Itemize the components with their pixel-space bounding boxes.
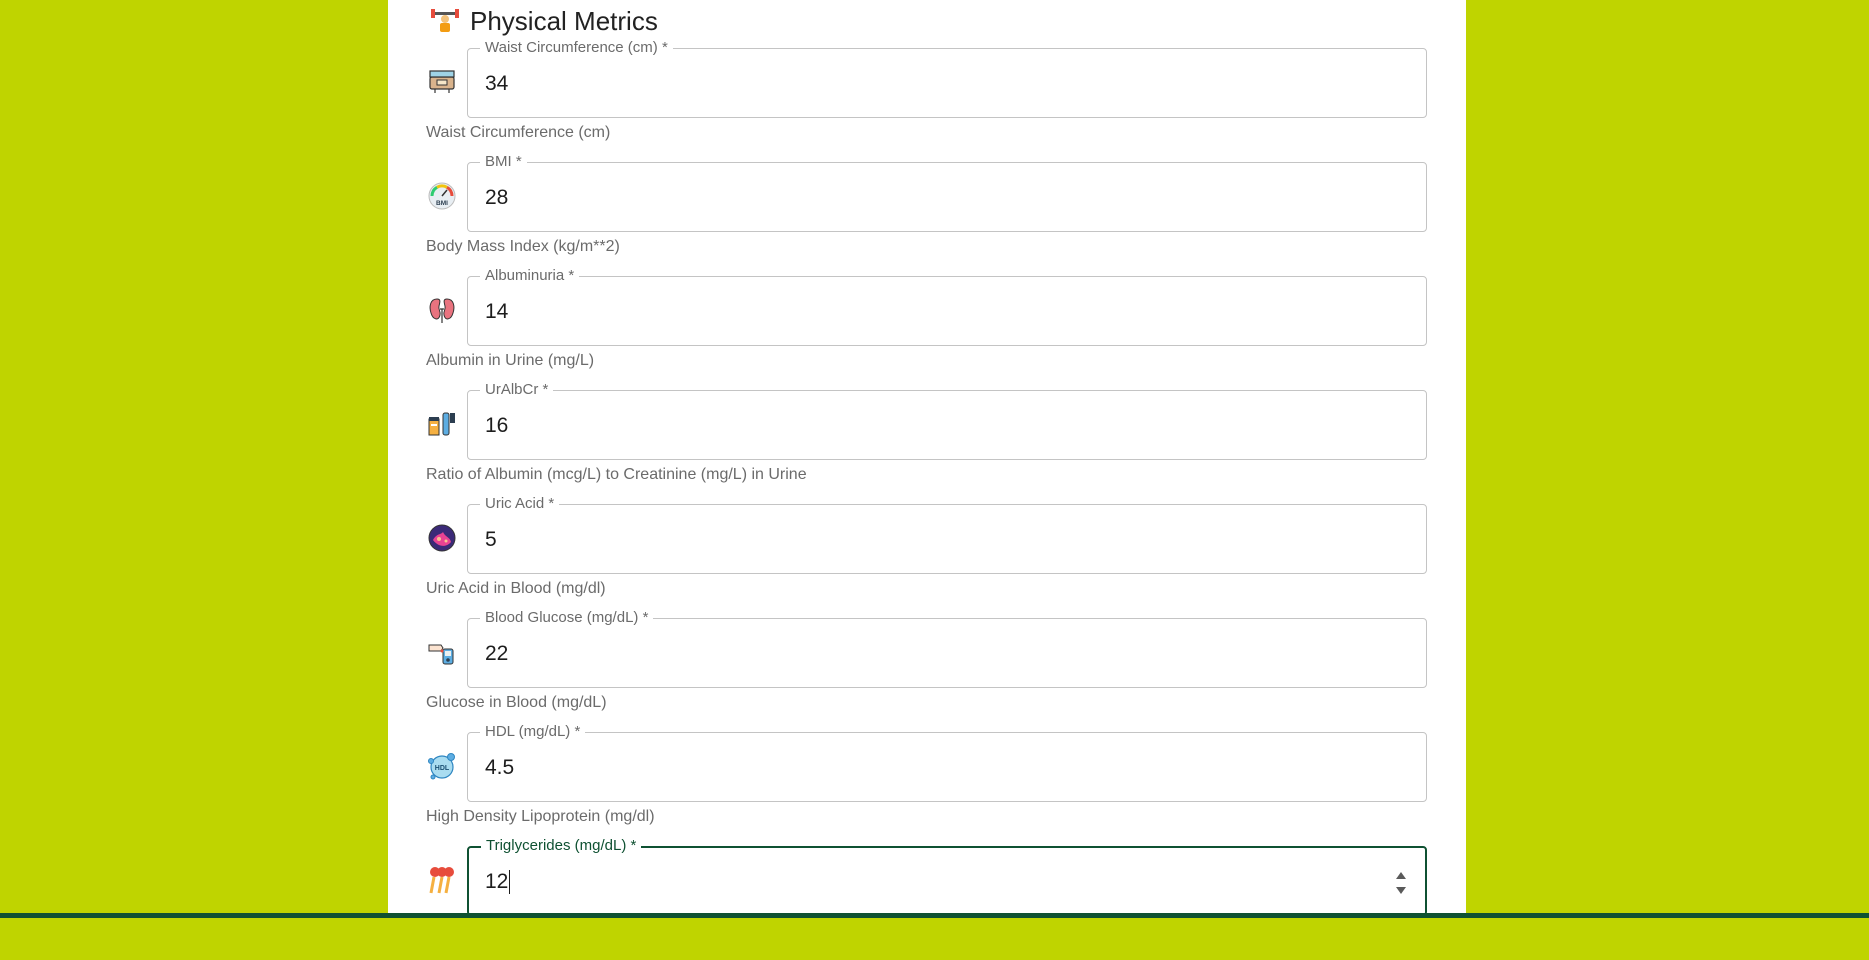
hdl-field-group: HDL HDL (mg/dL) * 4.5 High Density Lipop…	[388, 724, 1466, 846]
bottom-bar	[0, 913, 1869, 918]
waist-circumference-label: Waist Circumference (cm) *	[480, 40, 673, 56]
uralbcr-field-group: UrAlbCr * 16 Ratio of Albumin (mcg/L) to…	[388, 382, 1466, 504]
triglycerides-input[interactable]: Triglycerides (mg/dL) * 12	[467, 838, 1427, 916]
triglycerides-icon	[426, 862, 458, 898]
bmi-icon-text: BMI	[436, 200, 448, 207]
fitness-icon	[430, 6, 460, 36]
bmi-input[interactable]: BMI * 28	[467, 154, 1427, 232]
spinner-down-icon[interactable]	[1396, 887, 1406, 894]
bmi-value: 28	[485, 186, 509, 209]
form-card: Physical Metrics Waist Circumference (cm…	[388, 0, 1466, 918]
triglycerides-value-wrap: 12	[485, 869, 511, 895]
text-caret	[509, 870, 511, 895]
albuminuria-value: 14	[485, 300, 509, 323]
hdl-helper: High Density Lipoprotein (mg/dl)	[426, 808, 655, 825]
uralbcr-label: UrAlbCr *	[480, 382, 554, 398]
waist-circumference-helper: Waist Circumference (cm)	[426, 124, 611, 141]
albuminuria-input[interactable]: Albuminuria * 14	[467, 268, 1427, 346]
urine-test-icon	[426, 406, 458, 442]
hdl-icon-text: HDL	[435, 765, 450, 772]
blood-glucose-input[interactable]: Blood Glucose (mg/dL) * 22	[467, 610, 1427, 688]
uric-acid-helper: Uric Acid in Blood (mg/dl)	[426, 580, 606, 597]
hdl-value: 4.5	[485, 756, 515, 779]
hdl-molecule-icon: HDL	[426, 748, 458, 784]
triglycerides-value: 12	[485, 870, 509, 893]
albuminuria-label: Albuminuria *	[480, 268, 580, 284]
blood-glucose-value: 22	[485, 642, 509, 665]
hdl-label: HDL (mg/dL) *	[480, 724, 586, 740]
number-spinner[interactable]	[1395, 872, 1407, 894]
waist-circumference-input[interactable]: Waist Circumference (cm) * 34	[467, 40, 1427, 118]
uralbcr-helper: Ratio of Albumin (mcg/L) to Creatinine (…	[426, 466, 807, 483]
hdl-input[interactable]: HDL (mg/dL) * 4.5	[467, 724, 1427, 802]
bmi-gauge-icon: BMI	[426, 178, 458, 214]
waist-circumference-value: 34	[485, 72, 509, 95]
kidney-icon	[426, 292, 458, 328]
albuminuria-helper: Albumin in Urine (mg/L)	[426, 352, 595, 369]
waist-field-group: Waist Circumference (cm) * 34 Waist Circ…	[388, 40, 1466, 162]
uric-acid-label: Uric Acid *	[480, 496, 560, 512]
uric-acid-value: 5	[485, 528, 497, 551]
bmi-label: BMI *	[480, 154, 527, 170]
uric-acid-icon	[426, 520, 458, 556]
bmi-helper: Body Mass Index (kg/m**2)	[426, 238, 620, 255]
uric-acid-input[interactable]: Uric Acid * 5	[467, 496, 1427, 574]
albuminuria-field-group: Albuminuria * 14 Albumin in Urine (mg/L)	[388, 268, 1466, 390]
measuring-tape-icon	[426, 64, 458, 100]
blood-glucose-field-group: Blood Glucose (mg/dL) * 22 Glucose in Bl…	[388, 610, 1466, 732]
blood-glucose-label: Blood Glucose (mg/dL) *	[480, 610, 654, 626]
glucose-meter-icon	[426, 634, 458, 670]
triglycerides-field-group: Triglycerides (mg/dL) * 12	[388, 838, 1466, 960]
section-header: Physical Metrics	[430, 4, 658, 38]
triglycerides-label: Triglycerides (mg/dL) *	[481, 838, 642, 854]
uralbcr-input[interactable]: UrAlbCr * 16	[467, 382, 1427, 460]
blood-glucose-helper: Glucose in Blood (mg/dL)	[426, 694, 607, 711]
spinner-up-icon[interactable]	[1396, 872, 1406, 879]
bmi-field-group: BMI BMI * 28 Body Mass Index (kg/m**2)	[388, 154, 1466, 276]
section-title: Physical Metrics	[470, 5, 658, 36]
uric-acid-field-group: Uric Acid * 5 Uric Acid in Blood (mg/dl)	[388, 496, 1466, 618]
uralbcr-value: 16	[485, 414, 509, 437]
